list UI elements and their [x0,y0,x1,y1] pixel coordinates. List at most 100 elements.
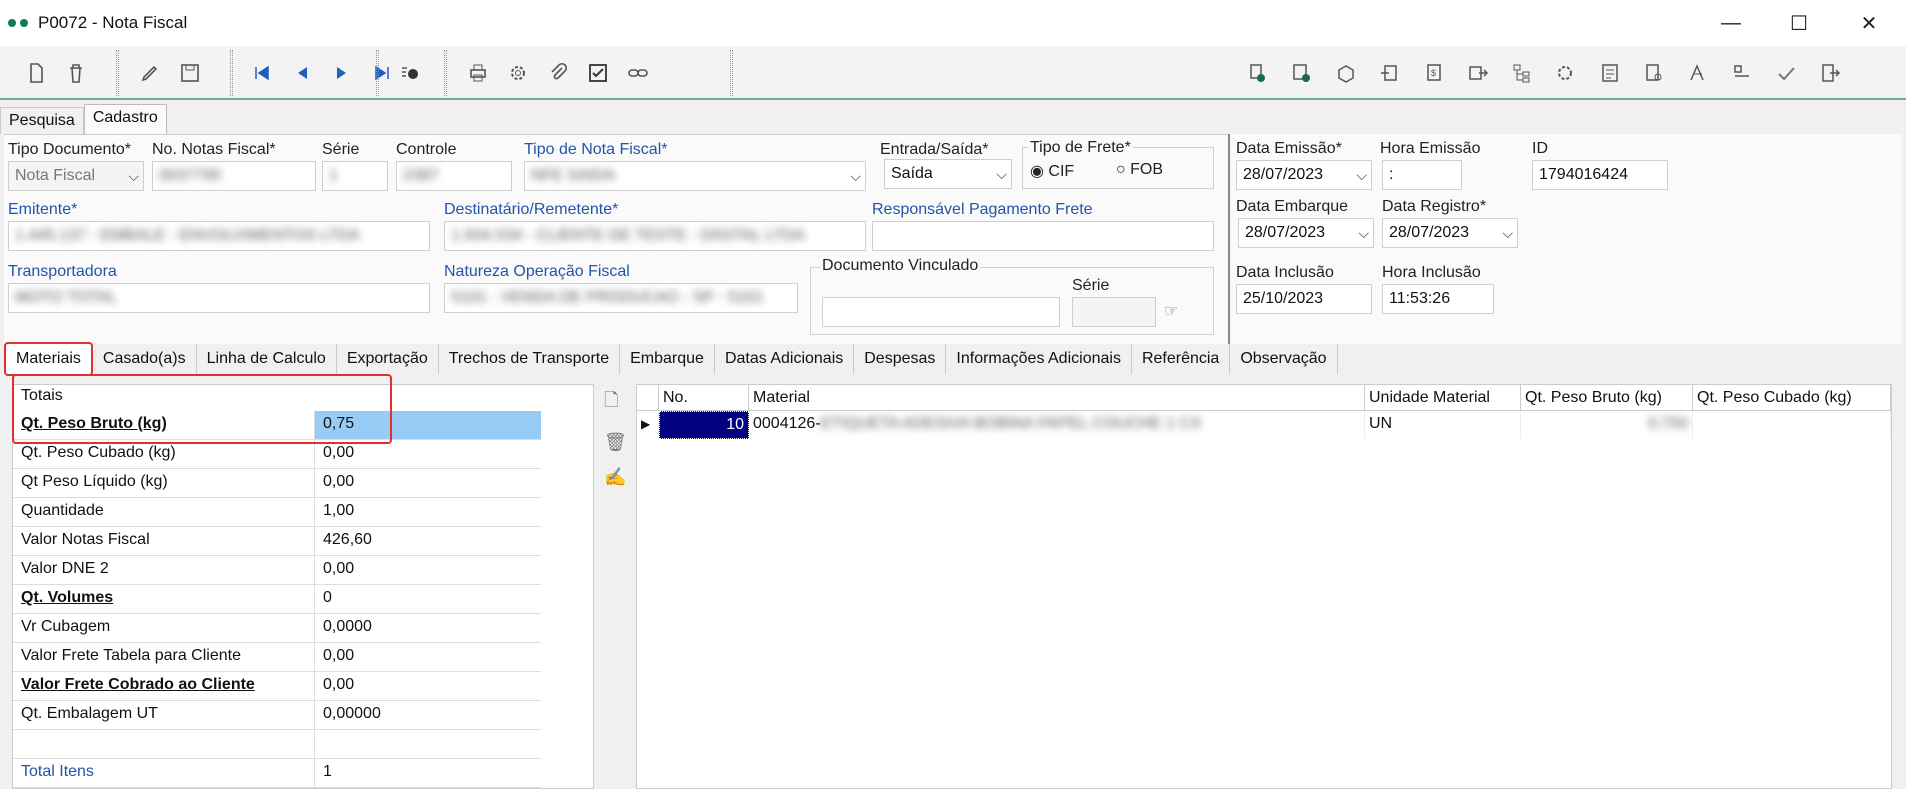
col-peso-cubado[interactable]: Qt. Peso Cubado (kg) [1693,385,1891,410]
table-row[interactable]: ▶ 10 0004126-ETIQUETA ADESIVA BOBINA PAP… [637,411,1891,439]
cell-unidade[interactable]: UN [1365,411,1521,439]
tab-casados[interactable]: Casado(a)s [93,344,197,374]
col-material[interactable]: Material [749,385,1365,410]
id-field[interactable]: 1794016424 [1532,160,1668,190]
tab-datas-adicionais[interactable]: Datas Adicionais [715,344,855,374]
tab-pesquisa[interactable]: Pesquisa [0,107,84,134]
totals-row[interactable]: Total Itens 1 [13,759,541,788]
totals-value[interactable]: 0,00 [315,672,541,700]
totals-value[interactable]: 0,00000 [315,701,541,729]
serie-field[interactable]: 1 [322,161,388,191]
save-icon[interactable] [176,59,204,87]
col-peso-bruto[interactable]: Qt. Peso Bruto (kg) [1521,385,1693,410]
delete-row-icon[interactable]: 🗑 [604,432,627,453]
tab-observacao[interactable]: Observação [1230,344,1338,374]
fob-radio[interactable]: ○ FOB [1116,161,1163,179]
totals-value[interactable]: 0 [315,585,541,613]
tab-referencia[interactable]: Referência [1132,344,1231,374]
tab-embarque[interactable]: Embarque [620,344,715,374]
export-icon[interactable] [1376,59,1404,87]
first-record-icon[interactable] [248,59,276,87]
destinatario-field[interactable]: 1.934.534 - CLIENTE DE TESTE - DIGITAL L… [444,221,866,251]
totals-row[interactable]: Quantidade 1,00 [13,498,541,527]
exit-icon[interactable] [1816,59,1844,87]
next-record-icon[interactable] [328,59,356,87]
totals-row[interactable]: Valor Frete Tabela para Cliente 0,00 [13,643,541,672]
minimize-button[interactable]: — [1696,0,1766,46]
checkbox-icon[interactable] [584,59,612,87]
new-row-icon[interactable]: 🗋 [604,388,627,418]
data-inclusao-field[interactable]: 25/10/2023 [1236,284,1372,314]
tipo-nota-select[interactable]: NFE SAIDA ⌵ [524,161,866,191]
data-emissao-field[interactable]: 28/07/2023 ⌵ [1236,160,1372,190]
close-button[interactable]: ✕ [1834,0,1904,46]
no-notas-field[interactable]: 0037795 [152,161,316,191]
truck-document-icon[interactable] [1244,59,1272,87]
totals-value[interactable]: 0,00 [315,643,541,671]
totals-value[interactable]: 0,00 [315,440,541,468]
doc-vinculado-field[interactable] [822,297,1060,327]
emitente-field[interactable]: 1.445.137 - EMBALE - ENVOLVIMENTOS LTDA [8,221,430,251]
list-document-icon[interactable] [1596,59,1624,87]
link-icon[interactable] [624,59,652,87]
trash-icon[interactable] [62,59,90,87]
totals-row[interactable]: Valor Notas Fiscal 426,60 [13,527,541,556]
totals-row[interactable]: Valor DNE 2 0,00 [13,556,541,585]
gear-list-icon[interactable] [1552,59,1580,87]
tipo-documento-select[interactable]: Nota Fiscal ⌵ [8,161,144,191]
tab-exportacao[interactable]: Exportação [337,344,439,374]
cell-peso-bruto[interactable]: 0,750 [1521,411,1693,439]
hora-emissao-field[interactable]: : [1382,160,1462,190]
totals-value[interactable]: 0,00 [315,469,541,497]
tab-cadastro[interactable]: Cadastro [83,104,167,134]
totals-row[interactable]: Qt. Peso Cubado (kg) 0,00 [13,440,541,469]
box-icon[interactable] [1332,59,1360,87]
search-record-icon[interactable] [396,59,424,87]
col-unidade[interactable]: Unidade Material [1365,385,1521,410]
edit-icon[interactable] [136,59,164,87]
transfer-icon[interactable] [1464,59,1492,87]
totals-value[interactable]: 0,00 [315,556,541,584]
cif-radio[interactable]: ◉ CIF [1030,161,1074,181]
totals-row[interactable]: Qt Peso Líquido (kg) 0,00 [13,469,541,498]
pointer-hand-icon[interactable]: ☞ [1164,301,1178,321]
tab-materiais[interactable]: Materiais [4,342,93,376]
steps-icon[interactable] [1728,59,1756,87]
settings-icon[interactable] [504,59,532,87]
tab-informacoes-adicionais[interactable]: Informações Adicionais [946,344,1132,374]
chevron-down-icon[interactable]: ⌵ [1502,225,1513,242]
controle-field[interactable]: 2387 [396,161,512,191]
document-search-icon[interactable] [1640,59,1668,87]
tab-despesas[interactable]: Despesas [854,344,947,374]
money-document-icon[interactable]: $ [1420,59,1448,87]
entrada-saida-select[interactable]: Saída ⌵ [884,159,1012,189]
maximize-button[interactable]: ☐ [1764,0,1834,46]
confirm-check-icon[interactable] [1772,59,1800,87]
resp-frete-field[interactable] [872,221,1214,251]
totals-row[interactable]: Valor Frete Cobrado ao Cliente 0,00 [13,672,541,701]
chevron-down-icon[interactable]: ⌵ [1358,225,1369,242]
totals-row[interactable]: Qt. Volumes 0 [13,585,541,614]
totals-value[interactable]: 1,00 [315,498,541,526]
totals-value[interactable]: 426,60 [315,527,541,555]
totals-row[interactable]: Vr Cubagem 0,0000 [13,614,541,643]
cell-peso-cubado[interactable] [1693,411,1891,439]
document-status-icon[interactable] [1288,59,1316,87]
print-icon[interactable] [464,59,492,87]
natureza-field[interactable]: 5101 - VENDA DE PRODUCAO - SP - 5101 [444,283,798,313]
data-embarque-field[interactable]: 28/07/2023 ⌵ [1238,218,1374,248]
totals-value[interactable]: 1 [315,759,541,787]
data-registro-field[interactable]: 28/07/2023 ⌵ [1382,218,1518,248]
cell-no[interactable]: 10 [659,411,749,439]
tab-trechos-de-transporte[interactable]: Trechos de Transporte [439,344,621,374]
transportadora-field[interactable]: MOTO TOTAL [8,283,430,313]
hora-inclusao-field[interactable]: 11:53:26 [1382,284,1494,314]
sign-document-icon[interactable] [1684,59,1712,87]
new-document-icon[interactable] [22,59,50,87]
totals-value[interactable]: 0,0000 [315,614,541,642]
col-no[interactable]: No. [659,385,749,410]
totals-row[interactable]: Qt. Embalagem UT 0,00000 [13,701,541,730]
chevron-down-icon[interactable]: ⌵ [1356,167,1367,184]
previous-record-icon[interactable] [288,59,316,87]
attachment-icon[interactable] [544,59,572,87]
